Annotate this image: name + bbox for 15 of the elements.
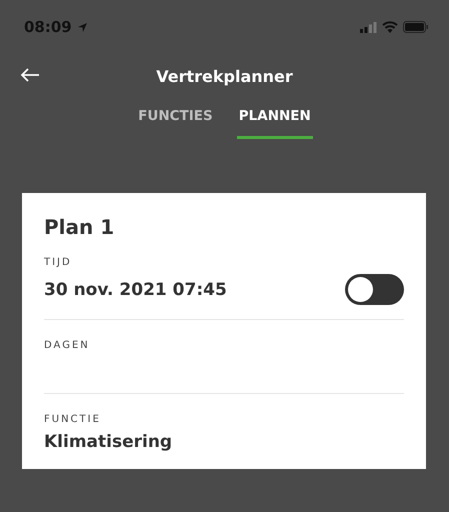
field-value: 30 nov. 2021 07:45	[44, 280, 227, 300]
wifi-icon	[382, 21, 398, 33]
field-label: TIJD	[44, 257, 73, 268]
field-label: FUNCTIE	[44, 414, 102, 425]
field-value: Klimatisering	[44, 432, 172, 452]
plan-title: Plan 1	[44, 215, 116, 239]
screen-title: Vertrekplanner	[156, 66, 293, 86]
tab[interactable]: PLANNEN	[236, 108, 313, 139]
field-label: DAGEN	[44, 340, 91, 351]
battery-icon	[403, 21, 429, 33]
signal-icon	[360, 22, 377, 32]
status-time: 08:09	[24, 18, 72, 36]
tab[interactable]: FUNCTIES	[136, 108, 215, 139]
toggle-switch[interactable]	[345, 274, 404, 305]
location-arrow-icon	[76, 22, 88, 32]
